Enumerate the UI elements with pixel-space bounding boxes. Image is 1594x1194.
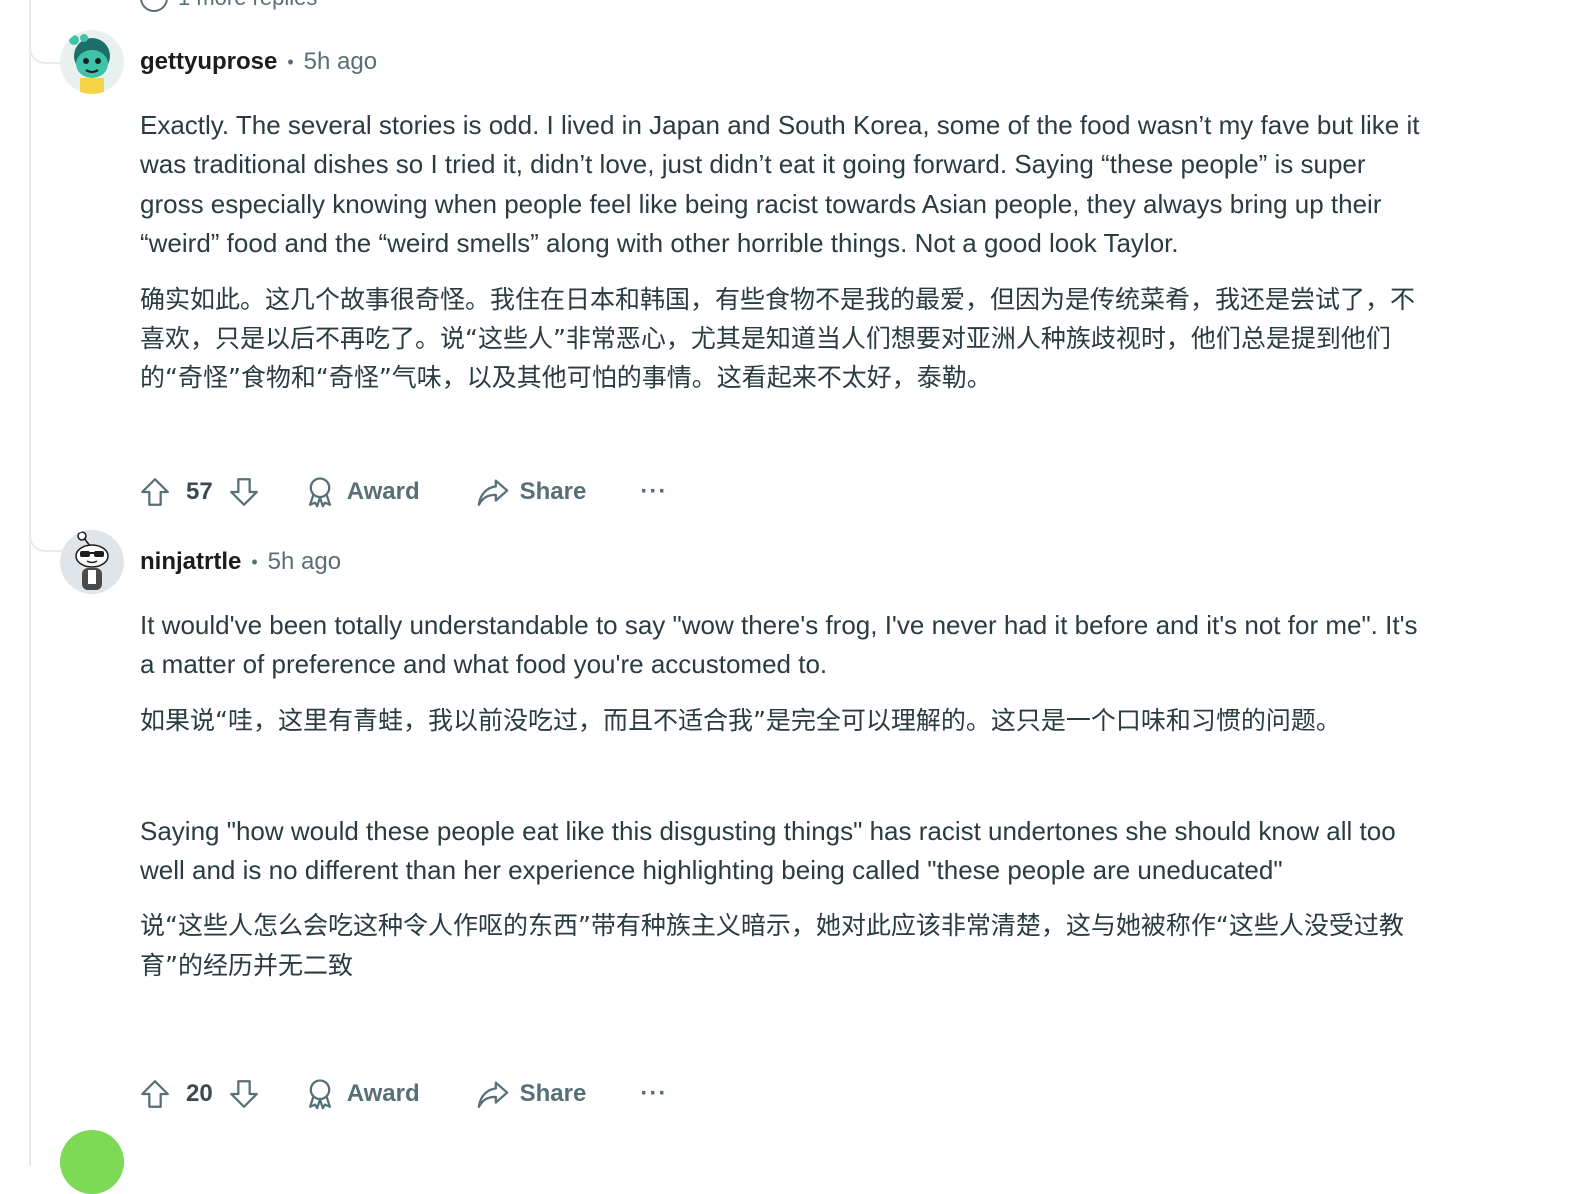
share-arrow-icon [477, 1081, 508, 1108]
avatar[interactable] [60, 530, 124, 594]
vote-count: 57 [186, 478, 213, 505]
award-label: Award [346, 1080, 420, 1107]
ellipsis-icon: ··· [640, 1080, 668, 1107]
downvote-button[interactable] [227, 475, 261, 509]
more-options-button[interactable]: ··· [640, 478, 667, 506]
comment-text-en: It would've been totally understandable … [140, 610, 1418, 680]
vote-count: 20 [186, 1080, 213, 1107]
comment-text-zh: 如果说“哇，这里有青蛙，我以前没吃过，而且不适合我”是完全可以理解的。这只是一个… [140, 705, 1341, 735]
share-label: Share [519, 1080, 587, 1107]
award-ribbon-icon [308, 477, 331, 508]
arrow-down-icon [229, 1080, 258, 1108]
comment-body: It would've been totally understandable … [140, 606, 1425, 1001]
expand-replies-icon [140, 0, 168, 12]
award-button[interactable]: Award [303, 1077, 420, 1111]
award-button[interactable]: Award [303, 475, 420, 509]
comment-text-zh: 确实如此。这几个故事很奇怪。我住在日本和韩国，有些食物不是我的最爱，但因为是传统… [140, 284, 1416, 393]
thread-connector [29, 40, 63, 64]
comment-meta: gettyuprose • 5h ago [140, 46, 377, 78]
comment-text-zh: 说“这些人怎么会吃这种令人作呕的东西”带有种族主义暗示，她对此应该非常清楚，这与… [140, 911, 1404, 980]
more-replies-button[interactable]: 1 more replies [140, 0, 317, 12]
timestamp[interactable]: 5h ago [268, 548, 341, 576]
meta-separator: • [287, 51, 294, 72]
comment-body: Exactly. The several stories is odd. I l… [140, 106, 1425, 414]
avatar[interactable] [60, 30, 124, 94]
avatar-snoo-icon [60, 530, 124, 594]
upvote-button[interactable] [138, 1077, 172, 1111]
upvote-button[interactable] [138, 475, 172, 509]
more-replies-label: 1 more replies [178, 0, 317, 11]
timestamp[interactable]: 5h ago [304, 48, 377, 76]
award-ribbon-icon [308, 1079, 331, 1110]
author-link[interactable]: gettyuprose [140, 48, 277, 76]
comment-actions: 20 Award Share ··· [138, 1072, 667, 1116]
comment-text-en: Exactly. The several stories is odd. I l… [140, 110, 1420, 259]
author-link[interactable]: ninjatrtle [140, 548, 241, 576]
downvote-button[interactable] [227, 1077, 261, 1111]
share-label: Share [519, 478, 587, 505]
avatar-character-icon [60, 30, 124, 94]
arrow-up-icon [141, 478, 169, 506]
thread-line[interactable] [29, 0, 31, 1166]
award-label: Award [346, 478, 420, 505]
meta-separator: • [251, 551, 258, 572]
paragraph-spacer [140, 756, 1425, 795]
thread-connector [29, 528, 63, 552]
comment-actions: 57 Award Share ··· [138, 470, 667, 514]
arrow-down-icon [229, 478, 258, 506]
share-arrow-icon [477, 479, 508, 506]
ellipsis-icon: ··· [640, 478, 668, 505]
avatar[interactable] [60, 1130, 124, 1194]
arrow-up-icon [141, 1080, 169, 1108]
comment-meta: ninjatrtle • 5h ago [140, 546, 341, 578]
comment-text-en: Saying "how would these people eat like … [140, 815, 1396, 886]
more-options-button[interactable]: ··· [640, 1080, 667, 1108]
share-button[interactable]: Share [476, 1077, 587, 1111]
share-button[interactable]: Share [476, 475, 587, 509]
